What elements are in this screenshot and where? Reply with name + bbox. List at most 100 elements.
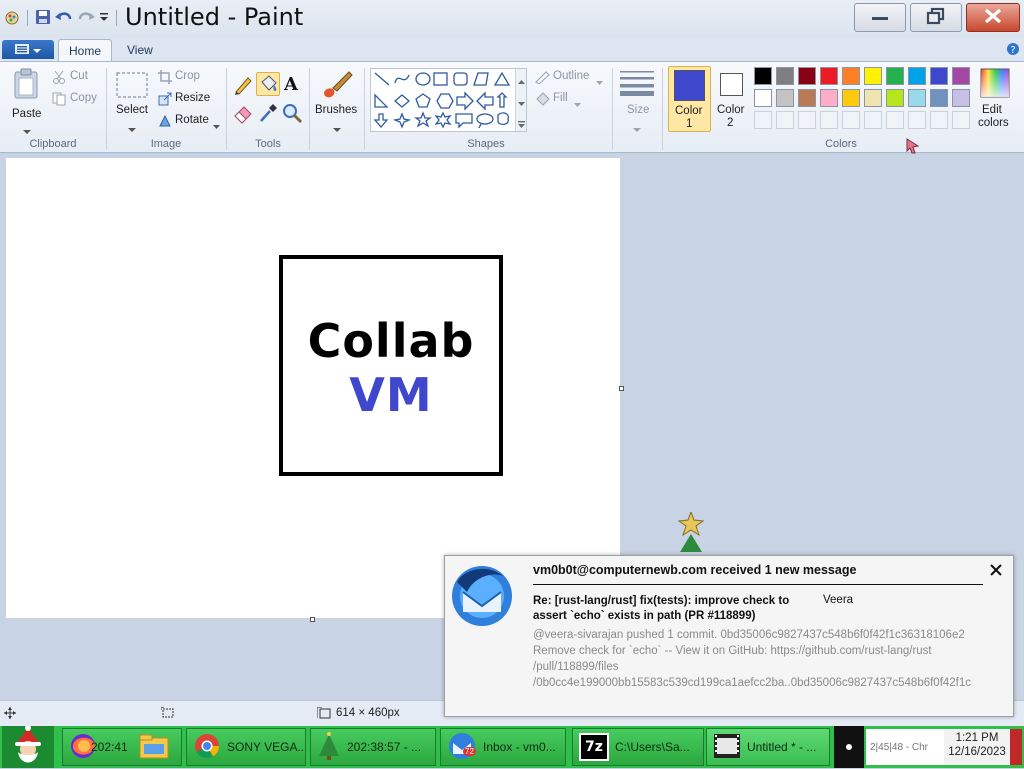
- christmas-tree-icon: [674, 510, 708, 555]
- size-dropdown[interactable]: Size: [618, 66, 656, 132]
- color-picker-tool[interactable]: [257, 102, 279, 124]
- palette-swatch[interactable]: [908, 89, 926, 107]
- palette-swatch[interactable]: [798, 89, 816, 107]
- palette-swatch-empty[interactable]: [776, 111, 794, 129]
- palette-swatch-empty[interactable]: [908, 111, 926, 129]
- rotate-icon: [158, 114, 172, 131]
- palette-swatch-empty[interactable]: [754, 111, 772, 129]
- text-tool-icon: A: [284, 74, 298, 95]
- palette-swatch[interactable]: [820, 89, 838, 107]
- palette-swatch-empty[interactable]: [864, 111, 882, 129]
- colors-group-label: Colors: [825, 138, 857, 150]
- palette-swatch[interactable]: [886, 67, 904, 85]
- pencil-tool[interactable]: [232, 74, 254, 96]
- palette-swatch-empty[interactable]: [820, 111, 838, 129]
- palette-swatch[interactable]: [754, 67, 772, 85]
- fill-tool[interactable]: [256, 72, 280, 96]
- taskbar-paint[interactable]: Untitled * - ...: [706, 728, 830, 766]
- rotate-label: Rotate: [175, 114, 209, 126]
- palette-swatch-empty[interactable]: [952, 111, 970, 129]
- 7zip-label: C:\Users\Sa...: [615, 740, 690, 754]
- tab-view[interactable]: View: [117, 39, 163, 61]
- window-title: Untitled - Paint: [125, 3, 304, 31]
- palette-swatch[interactable]: [952, 67, 970, 85]
- paint-bucket-icon: [257, 75, 279, 98]
- resize-button[interactable]: Resize: [158, 91, 213, 109]
- chevron-down-icon: [574, 97, 581, 111]
- palette-swatch-empty[interactable]: [886, 111, 904, 129]
- chevron-down-icon: [213, 119, 220, 133]
- ribbon-divider: [226, 68, 227, 150]
- copy-button[interactable]: Copy: [52, 91, 102, 109]
- cut-button[interactable]: Cut: [52, 69, 102, 87]
- help-icon[interactable]: ?: [1006, 42, 1020, 59]
- tab-home[interactable]: Home: [58, 39, 113, 61]
- palette-swatch[interactable]: [842, 67, 860, 85]
- crop-button[interactable]: Crop: [158, 69, 208, 87]
- color1-button[interactable]: Color 1: [668, 66, 711, 132]
- palette-swatch[interactable]: [864, 67, 882, 85]
- palette-swatch-empty[interactable]: [842, 111, 860, 129]
- palette-swatch-empty[interactable]: [798, 111, 816, 129]
- minimize-button[interactable]: [854, 3, 906, 32]
- palette-swatch[interactable]: [820, 67, 838, 85]
- palette-swatch[interactable]: [798, 67, 816, 85]
- shapes-gallery[interactable]: [370, 68, 527, 132]
- close-button[interactable]: [966, 3, 1020, 32]
- taskbar-chrome[interactable]: SONY VEGA...: [186, 728, 306, 766]
- restore-button[interactable]: [910, 3, 962, 32]
- palette-swatch[interactable]: [908, 67, 926, 85]
- minimize-icon: [871, 11, 889, 25]
- palette-swatch[interactable]: [886, 89, 904, 107]
- line-size-icon: [620, 70, 654, 99]
- brushes-button[interactable]: Brushes: [313, 66, 361, 132]
- customize-toolbar-icon[interactable]: [99, 9, 109, 28]
- shapes-group-label: Shapes: [467, 138, 505, 150]
- taskbar-tree-app[interactable]: 202:38:57 - ...: [310, 728, 436, 766]
- undo-icon[interactable]: [55, 9, 73, 28]
- canvas-resize-handle-bottom[interactable]: [310, 617, 315, 622]
- save-icon[interactable]: [35, 9, 51, 28]
- crop-label: Crop: [175, 70, 200, 82]
- palette-swatch[interactable]: [842, 89, 860, 107]
- paint-app-icon[interactable]: [4, 10, 20, 26]
- outline-dropdown[interactable]: Outline: [534, 69, 606, 87]
- rotate-button[interactable]: Rotate: [158, 113, 220, 131]
- palette-swatch[interactable]: [952, 89, 970, 107]
- tray-app-preview[interactable]: 2|45|48 - Chr: [866, 729, 944, 765]
- clock[interactable]: 1:21 PM 12/16/2023: [944, 729, 1010, 765]
- palette-swatch[interactable]: [864, 89, 882, 107]
- color2-button[interactable]: Color 2: [713, 66, 751, 132]
- select-icon: [116, 72, 148, 101]
- canvas-resize-handle-right[interactable]: [619, 386, 624, 391]
- taskbar-firefox[interactable]: 202:41: [62, 728, 182, 766]
- file-menu-button[interactable]: [2, 40, 54, 59]
- scissors-icon: [52, 70, 66, 87]
- copy-label: Copy: [70, 92, 97, 104]
- redo-icon[interactable]: [77, 9, 95, 28]
- fill-dropdown[interactable]: Fill: [534, 91, 584, 109]
- palette-swatch-empty[interactable]: [930, 111, 948, 129]
- palette-swatch[interactable]: [776, 89, 794, 107]
- gallery-scrollbar[interactable]: [515, 69, 526, 131]
- drawing-canvas[interactable]: Collab VM: [6, 158, 620, 618]
- mail-notification[interactable]: vm0b0t@computernewb.com received 1 new m…: [444, 555, 1014, 717]
- palette-swatch[interactable]: [930, 67, 948, 85]
- canvas-size-text: 614 × 460px: [336, 707, 400, 719]
- select-button[interactable]: Select: [112, 66, 152, 132]
- taskbar-thunderbird[interactable]: 72 Inbox - vm0...: [440, 728, 566, 766]
- palette-swatch[interactable]: [776, 67, 794, 85]
- taskbar-7zip[interactable]: 7z C:\Users\Sa...: [572, 728, 704, 766]
- magnifier-tool[interactable]: [281, 102, 303, 124]
- eraser-tool[interactable]: [232, 102, 254, 124]
- ribbon: Paste Cut Copy Clipboard Select Crop Res…: [0, 61, 1024, 153]
- palette-swatch[interactable]: [754, 89, 772, 107]
- edit-colors-button[interactable]: Edit colors: [975, 66, 1015, 132]
- start-button[interactable]: [2, 724, 54, 768]
- paste-button[interactable]: Paste: [8, 66, 46, 134]
- show-desktop-button[interactable]: [1010, 729, 1022, 765]
- selection-size-icon: [160, 706, 175, 722]
- close-icon[interactable]: [990, 564, 1002, 579]
- text-tool[interactable]: A: [281, 74, 303, 96]
- palette-swatch[interactable]: [930, 89, 948, 107]
